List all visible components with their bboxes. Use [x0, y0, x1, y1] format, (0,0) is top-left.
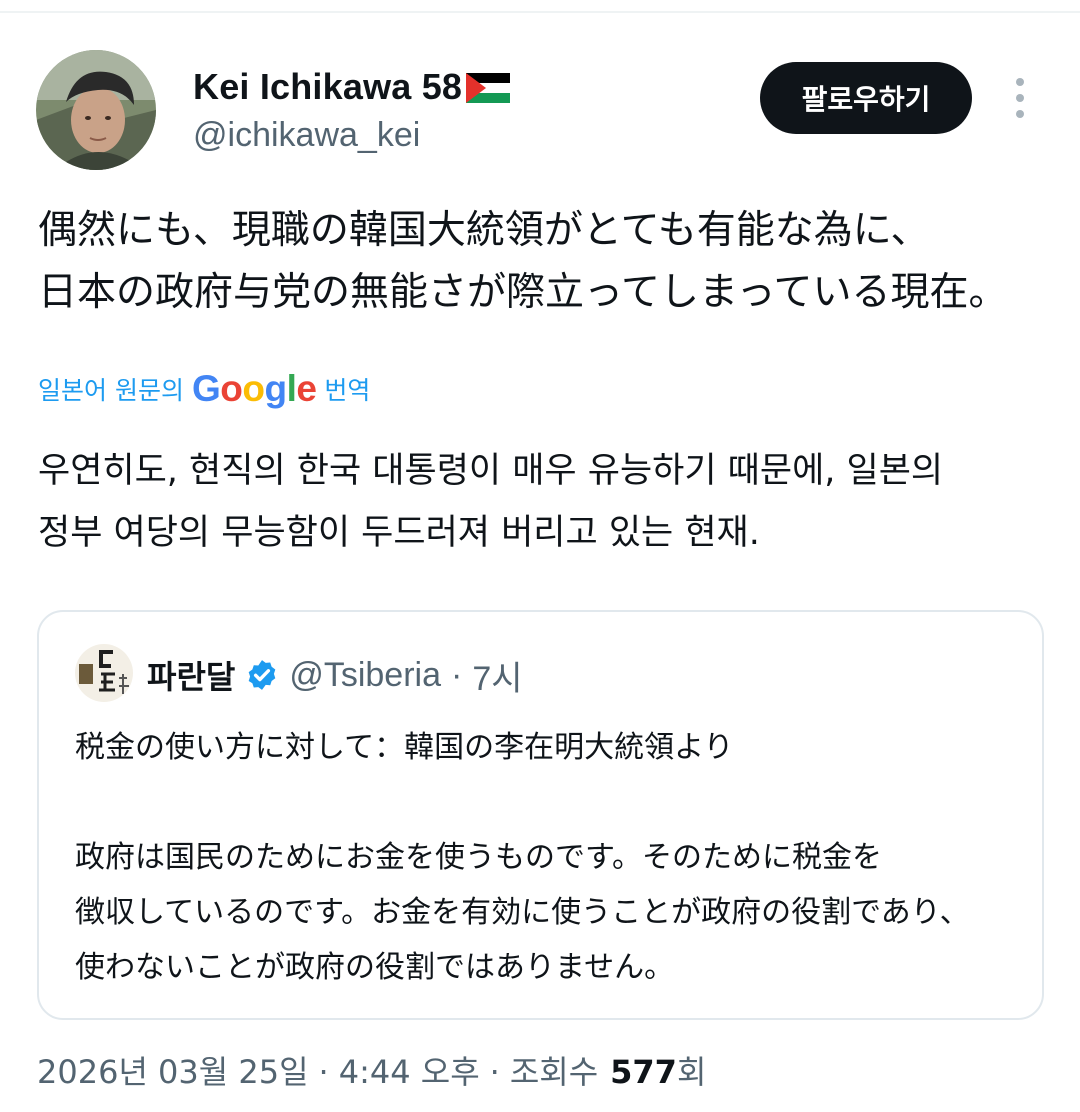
- author-display-name[interactable]: Kei Ichikawa 58: [193, 66, 462, 108]
- google-logo: Google: [191, 368, 317, 409]
- quote-handle: @Tsiberia: [289, 655, 441, 694]
- quote-time: 7시: [472, 659, 523, 698]
- tweet-metadata: 2026년 03월 25일 · 4:44 오후 · 조회수 577 회: [37, 1046, 706, 1098]
- more-vertical-icon[interactable]: [1006, 78, 1034, 118]
- translate-prefix: 일본어 원문의: [38, 376, 184, 405]
- quote-author-avatar: [75, 644, 133, 702]
- more-dot: [1016, 94, 1024, 102]
- translate-suffix: 번역: [324, 376, 371, 405]
- meta-separator: ·: [489, 1053, 500, 1091]
- translation-attribution[interactable]: 일본어 원문의 Google 번역: [38, 366, 370, 412]
- author-avatar-image: [36, 50, 156, 170]
- tweet-text: 偶然にも、現職の韓国大統領がとても有能な為に、 日本の政府与党の無能さが際立って…: [38, 208, 1008, 315]
- quote-text: 税金の使い方に対して：韓国の李在明大統領より 政府は国民のためにお金を使うもので…: [75, 730, 970, 985]
- views-count: 577: [610, 1053, 677, 1091]
- quote-display-name: 파란달: [147, 658, 236, 696]
- more-dot: [1016, 78, 1024, 86]
- follow-button[interactable]: 팔로우하기: [760, 62, 972, 134]
- views-suffix: 회: [676, 1053, 707, 1091]
- palestine-flag-icon: [466, 73, 511, 103]
- meta-separator: ·: [318, 1053, 329, 1091]
- tweet-detail-page: Kei Ichikawa 58 @ichikawa_kei 팔로우하기 偶然にも…: [0, 0, 1080, 1112]
- post-time[interactable]: 4:44 오후: [339, 1046, 480, 1098]
- verified-badge-icon: [249, 660, 276, 690]
- more-dot: [1016, 110, 1024, 118]
- author-avatar[interactable]: [36, 50, 156, 170]
- post-date[interactable]: 2026년 03월 25일: [37, 1046, 309, 1098]
- top-divider: [0, 11, 1080, 13]
- views-label: 조회수: [509, 1053, 599, 1091]
- quote-header: 파란달 @Tsiberia · 7시: [147, 650, 523, 700]
- quote-avatar-image: [75, 644, 133, 702]
- quote-separator: ·: [451, 655, 463, 694]
- quote-tweet-card[interactable]: 파란달 @Tsiberia · 7시 税金の使い方に対して：韓国の李在明大統領よ…: [37, 610, 1044, 1020]
- author-name-row[interactable]: Kei Ichikawa 58: [193, 62, 511, 112]
- translated-text: 우연히도, 현직의 한국 대통령이 매우 유능하기 때문에, 일본의 정부 여당…: [38, 451, 944, 553]
- author-handle[interactable]: @ichikawa_kei: [193, 112, 420, 158]
